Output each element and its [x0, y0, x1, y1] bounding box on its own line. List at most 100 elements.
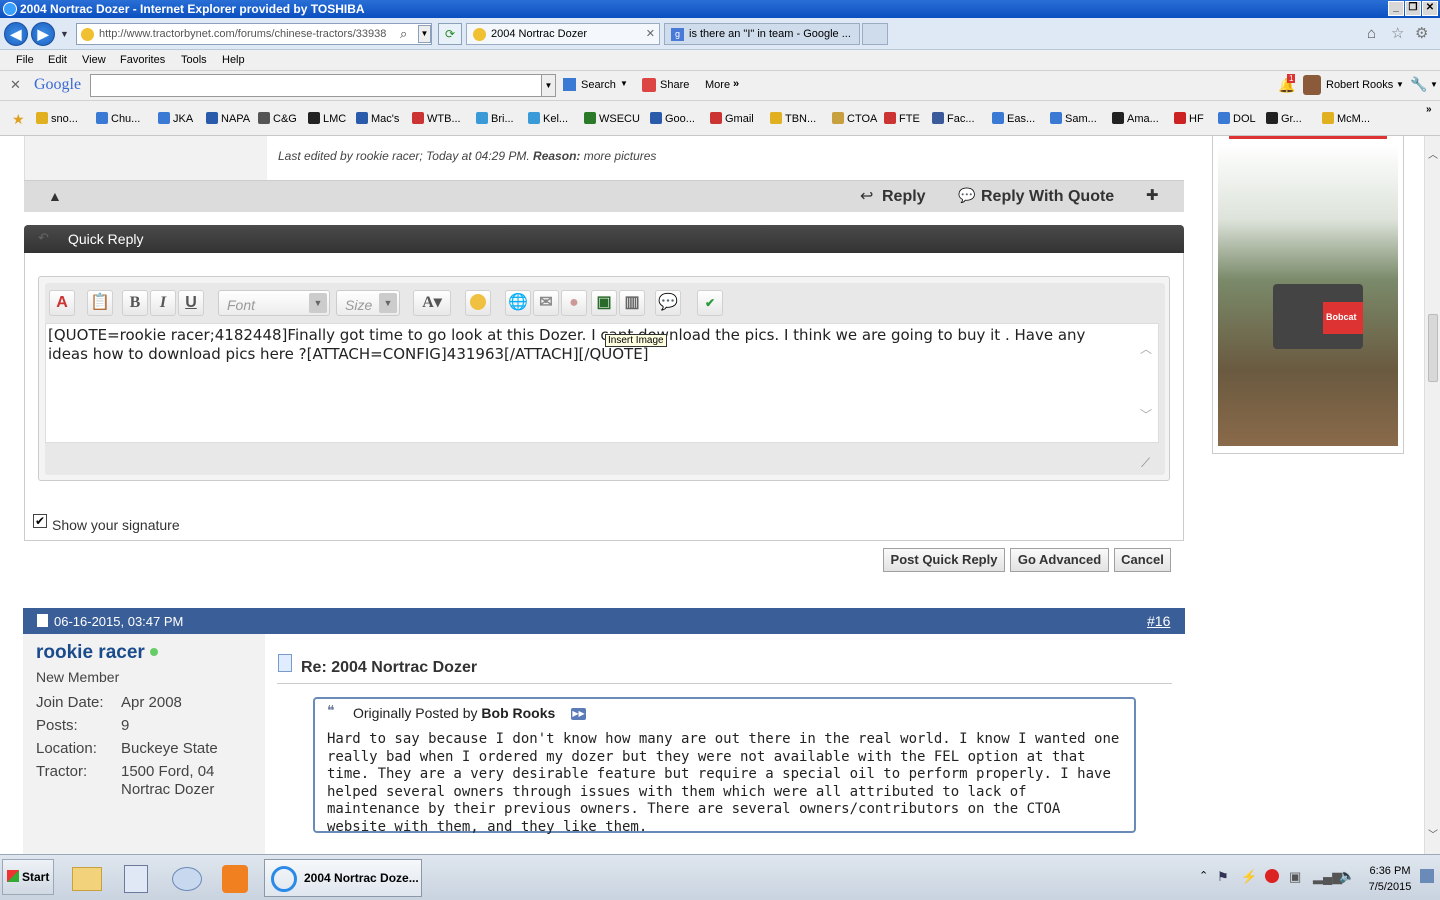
- cancel-button[interactable]: Cancel: [1114, 548, 1171, 572]
- collapse-arrow-icon[interactable]: ↶: [38, 230, 49, 246]
- favorite-link[interactable]: NAPA: [206, 112, 250, 125]
- post-quick-reply-button[interactable]: Post Quick Reply: [883, 548, 1005, 572]
- favorite-link[interactable]: Mac's: [356, 112, 399, 125]
- go-advanced-button[interactable]: Go Advanced: [1010, 548, 1109, 572]
- page-scrollbar[interactable]: ︿ ﹀: [1424, 136, 1440, 854]
- favorite-link[interactable]: CTOA: [832, 112, 877, 125]
- user-menu-icon[interactable]: ▼: [1396, 80, 1404, 89]
- favorite-link[interactable]: Gmail: [710, 112, 754, 125]
- search-dropdown-icon[interactable]: ▼: [541, 75, 555, 96]
- favorite-link[interactable]: Sam...: [1050, 112, 1097, 125]
- favorite-link[interactable]: Kel...: [528, 112, 568, 125]
- favorite-link[interactable]: JKA: [158, 112, 193, 125]
- favorite-link[interactable]: sno...: [36, 112, 78, 125]
- favorite-link[interactable]: McM...: [1322, 112, 1370, 125]
- taskbar-ie-window[interactable]: 2004 Nortrac Doze...: [264, 859, 422, 897]
- new-tab-button[interactable]: [862, 23, 888, 45]
- menu-tools[interactable]: Tools: [181, 54, 207, 66]
- home-icon[interactable]: ⌂: [1367, 25, 1376, 42]
- tab-nortrac-dozer[interactable]: 2004 Nortrac Dozer ✕: [466, 23, 660, 45]
- tray-network-icon[interactable]: ▂▄▆: [1313, 869, 1342, 885]
- favorites-star-icon[interactable]: ★: [12, 111, 25, 128]
- remove-link-icon[interactable]: ●: [561, 290, 587, 316]
- favorite-link[interactable]: DOL: [1218, 112, 1256, 125]
- minimize-button[interactable]: _: [1388, 1, 1404, 16]
- tray-device-icon[interactable]: ▣: [1289, 869, 1301, 885]
- favorite-link[interactable]: WSECU: [584, 112, 640, 125]
- restore-button[interactable]: ❐: [1405, 1, 1421, 16]
- tray-power-icon[interactable]: ⚡: [1241, 869, 1257, 885]
- favorite-link[interactable]: Ama...: [1112, 112, 1159, 125]
- tray-volume-icon[interactable]: 🔈: [1339, 868, 1355, 884]
- favorite-link[interactable]: TBN...: [770, 112, 816, 125]
- quick-reply-textarea[interactable]: [QUOTE=rookie racer;4182448]Finally got …: [45, 323, 1159, 443]
- multi-quote-icon[interactable]: ✚: [1146, 186, 1159, 204]
- favorite-link[interactable]: Bri...: [476, 112, 514, 125]
- signature-checkbox[interactable]: ✔: [33, 514, 47, 528]
- search-icon[interactable]: ⌕: [400, 26, 407, 42]
- paste-icon[interactable]: 📋: [87, 290, 113, 316]
- remove-format-icon[interactable]: A: [49, 290, 75, 316]
- share-button[interactable]: Share: [660, 79, 689, 91]
- google-search-input[interactable]: ▼: [90, 74, 556, 97]
- report-warning-icon[interactable]: ▲: [48, 188, 62, 204]
- scroll-up-icon[interactable]: ︿: [1428, 146, 1438, 161]
- insert-quote-icon[interactable]: 💬: [655, 290, 681, 316]
- textarea-scroll-down-icon[interactable]: ﹀: [1140, 406, 1152, 423]
- insert-video-icon[interactable]: ▥: [619, 290, 645, 316]
- favorite-link[interactable]: C&G: [258, 112, 297, 125]
- insert-email-icon[interactable]: ✉: [533, 290, 559, 316]
- search-menu-icon[interactable]: ▼: [620, 79, 628, 88]
- favorite-link[interactable]: FTE: [884, 112, 920, 125]
- user-avatar[interactable]: [1303, 75, 1321, 95]
- app-icon[interactable]: [172, 867, 202, 891]
- menu-edit[interactable]: Edit: [48, 54, 67, 66]
- file-explorer-icon[interactable]: [72, 867, 102, 891]
- reply-with-quote-link[interactable]: Reply With Quote: [981, 188, 1114, 206]
- post-username-link[interactable]: rookie racer: [36, 642, 145, 664]
- refresh-icon[interactable]: ⟳: [438, 23, 462, 45]
- close-window-button[interactable]: ✕: [1422, 1, 1438, 16]
- close-tab-icon[interactable]: ✕: [646, 24, 655, 44]
- favorite-link[interactable]: WTB...: [412, 112, 461, 125]
- insert-link-icon[interactable]: 🌐: [505, 290, 531, 316]
- favorite-link[interactable]: Eas...: [992, 112, 1035, 125]
- resize-handle-icon[interactable]: ⟋: [1141, 455, 1150, 471]
- media-player-icon[interactable]: [222, 865, 248, 893]
- favorite-link[interactable]: Fac...: [932, 112, 975, 125]
- google-search-button[interactable]: Search: [581, 79, 616, 91]
- favorite-link[interactable]: LMC: [308, 112, 346, 125]
- calculator-icon[interactable]: [124, 865, 148, 893]
- address-dropdown-icon[interactable]: ▼: [418, 25, 431, 43]
- start-button[interactable]: Start: [2, 859, 54, 895]
- spell-check-icon[interactable]: ✔: [697, 290, 723, 316]
- tray-security-icon[interactable]: [1265, 869, 1279, 883]
- close-toolbar-icon[interactable]: ✕: [10, 77, 21, 93]
- settings-gear-icon[interactable]: ⚙: [1415, 24, 1428, 42]
- favorite-link[interactable]: HF: [1174, 112, 1204, 125]
- scroll-down-icon[interactable]: ﹀: [1428, 826, 1438, 841]
- italic-icon[interactable]: I: [150, 290, 176, 316]
- wrench-icon[interactable]: 🔧: [1410, 76, 1427, 93]
- clock-date[interactable]: 7/5/2015: [1367, 881, 1413, 893]
- insert-image-icon[interactable]: ▣: [591, 290, 617, 316]
- tab-google-search[interactable]: g is there an "I" in team - Google ...: [664, 23, 860, 45]
- tray-expand-icon[interactable]: ⌃: [1199, 869, 1208, 882]
- sidebar-ad[interactable]: Bobcat: [1212, 136, 1404, 454]
- forward-button[interactable]: ▶: [31, 22, 55, 46]
- clock-time[interactable]: 6:36 PM: [1367, 865, 1413, 877]
- menu-view[interactable]: View: [82, 54, 106, 66]
- favorites-star-icon[interactable]: ☆: [1391, 24, 1404, 42]
- favorite-link[interactable]: Chu...: [96, 112, 140, 125]
- textarea-scroll-up-icon[interactable]: ︿: [1140, 340, 1152, 357]
- underline-icon[interactable]: U: [178, 290, 204, 316]
- back-button[interactable]: ◀: [4, 22, 28, 46]
- post-number-link[interactable]: #16: [1147, 613, 1170, 629]
- smiley-icon[interactable]: [465, 290, 491, 316]
- font-color-icon[interactable]: A▾: [413, 290, 451, 316]
- user-name[interactable]: Robert Rooks: [1326, 79, 1393, 91]
- more-button[interactable]: More: [705, 79, 730, 91]
- bold-icon[interactable]: B: [122, 290, 148, 316]
- reply-link[interactable]: Reply: [882, 188, 926, 206]
- tray-flag-icon[interactable]: ⚑: [1217, 869, 1229, 885]
